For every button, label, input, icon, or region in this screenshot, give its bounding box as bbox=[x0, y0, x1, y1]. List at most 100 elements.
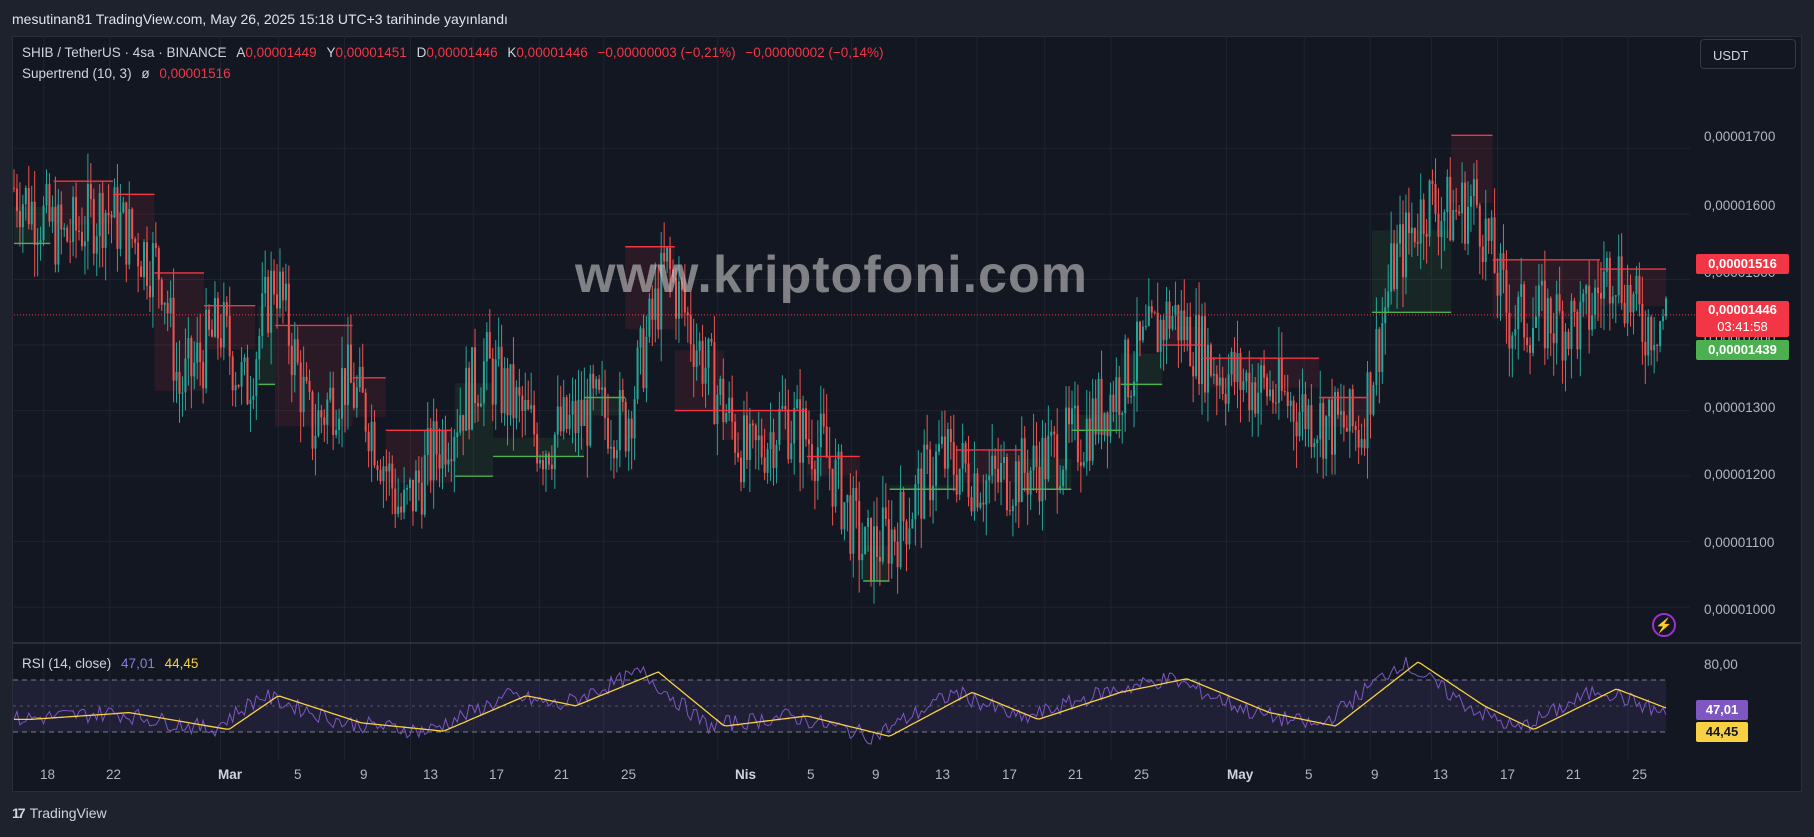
candle-body bbox=[1328, 399, 1331, 417]
candle-body bbox=[370, 421, 373, 452]
candle-body bbox=[994, 455, 997, 469]
candle-body bbox=[1038, 466, 1041, 502]
candle-body bbox=[1047, 435, 1050, 480]
candle-body bbox=[471, 347, 474, 430]
candle-body bbox=[1526, 337, 1529, 346]
candle-body bbox=[695, 350, 698, 367]
candle-body bbox=[1490, 217, 1493, 241]
candle-body bbox=[515, 387, 518, 419]
candle-body bbox=[604, 387, 607, 418]
candle-body bbox=[1097, 378, 1100, 435]
time-tick: 9 bbox=[360, 767, 368, 782]
candle-body bbox=[296, 339, 299, 363]
legend-rsi[interactable]: RSI (14, close) 47,01 44,45 bbox=[22, 656, 198, 671]
candle-body bbox=[409, 479, 412, 488]
lightning-icon[interactable]: ⚡ bbox=[1652, 613, 1676, 637]
candle-body bbox=[1141, 326, 1144, 341]
rsi-label[interactable]: RSI (14, close) bbox=[22, 656, 111, 671]
candle-body bbox=[1647, 316, 1650, 356]
candle-body bbox=[110, 215, 113, 218]
candle-body bbox=[884, 507, 887, 520]
candle-body bbox=[692, 344, 695, 367]
candle-body bbox=[1653, 344, 1656, 351]
supertrend-price-badge: 0,00001516 bbox=[1696, 254, 1789, 274]
candle-body bbox=[772, 432, 775, 468]
candle-body bbox=[1206, 344, 1209, 393]
candle-body bbox=[1085, 418, 1088, 462]
candle-body bbox=[211, 329, 214, 337]
candle-body bbox=[468, 367, 471, 430]
candle-body bbox=[1000, 462, 1003, 483]
candle-body bbox=[917, 468, 920, 484]
candle-body bbox=[1127, 339, 1130, 398]
candle-body bbox=[326, 399, 329, 425]
candle-body bbox=[1623, 302, 1626, 324]
candle-body bbox=[769, 432, 772, 450]
candle-body bbox=[1150, 306, 1153, 313]
candle-body bbox=[190, 337, 193, 377]
candle-body bbox=[1360, 439, 1363, 448]
candle-body bbox=[642, 328, 645, 389]
tradingview-logo-icon: 17 bbox=[12, 805, 26, 821]
candle-body bbox=[923, 444, 926, 519]
candle-body bbox=[949, 429, 952, 442]
candle-body bbox=[775, 444, 778, 468]
candle-body bbox=[1050, 431, 1053, 436]
candle-body bbox=[961, 443, 964, 469]
supertrend-label[interactable]: Supertrend (10, 3) bbox=[22, 66, 132, 81]
candle-body bbox=[1331, 399, 1334, 455]
candle-body bbox=[1319, 403, 1322, 440]
candle-body bbox=[1449, 176, 1452, 241]
legend-supertrend[interactable]: Supertrend (10, 3) ø 0,00001516 bbox=[22, 66, 231, 81]
currency-button[interactable]: USDT bbox=[1700, 39, 1796, 69]
candle-body bbox=[979, 502, 982, 508]
candle-body bbox=[1005, 457, 1008, 511]
candle-body bbox=[1254, 382, 1257, 414]
candle-body bbox=[1260, 365, 1263, 393]
candle-body bbox=[119, 212, 122, 249]
candle-body bbox=[1348, 389, 1351, 432]
candle-body bbox=[1472, 179, 1475, 197]
footer-brand[interactable]: 17 TradingView bbox=[12, 805, 107, 821]
candle-body bbox=[1014, 461, 1017, 506]
candle-body bbox=[997, 468, 1000, 483]
candle-body bbox=[766, 449, 769, 473]
candle-body bbox=[1342, 411, 1345, 428]
candle-body bbox=[1277, 357, 1280, 403]
candle-body bbox=[1464, 182, 1467, 244]
candle-body bbox=[426, 428, 429, 455]
candle-body bbox=[417, 470, 420, 483]
candle-body bbox=[258, 335, 261, 360]
symbol-label[interactable]: SHIB / TetherUS · 4sa · BINANCE bbox=[22, 45, 227, 60]
candle-body bbox=[1508, 312, 1511, 349]
candle-body bbox=[1088, 418, 1091, 461]
candle-body bbox=[311, 391, 314, 449]
candle-body bbox=[290, 345, 293, 376]
chart-canvas[interactable] bbox=[0, 0, 1814, 837]
candle-body bbox=[1351, 389, 1354, 427]
candle-body bbox=[796, 399, 799, 409]
candle-body bbox=[713, 341, 716, 424]
candle-body bbox=[689, 315, 692, 345]
candle-body bbox=[379, 469, 382, 482]
candle-body bbox=[13, 187, 15, 189]
candle-body bbox=[701, 340, 704, 384]
candle-body bbox=[609, 446, 612, 449]
candle-body bbox=[899, 491, 902, 568]
candle-body bbox=[104, 212, 107, 248]
candle-body bbox=[630, 418, 633, 439]
candle-body bbox=[553, 434, 556, 470]
supertrend-zone bbox=[493, 437, 584, 457]
time-tick: 5 bbox=[294, 767, 302, 782]
candle-body bbox=[1369, 372, 1372, 415]
candle-body bbox=[1198, 314, 1201, 385]
candle-body bbox=[1662, 316, 1665, 322]
high-value: 0,00001451 bbox=[335, 45, 407, 60]
candle-body bbox=[320, 410, 323, 418]
candle-body bbox=[790, 443, 793, 460]
candle-body bbox=[376, 465, 379, 470]
candle-body bbox=[69, 241, 72, 243]
candle-body bbox=[1017, 461, 1020, 503]
candle-body bbox=[1263, 365, 1266, 378]
candle-body bbox=[1458, 211, 1461, 214]
